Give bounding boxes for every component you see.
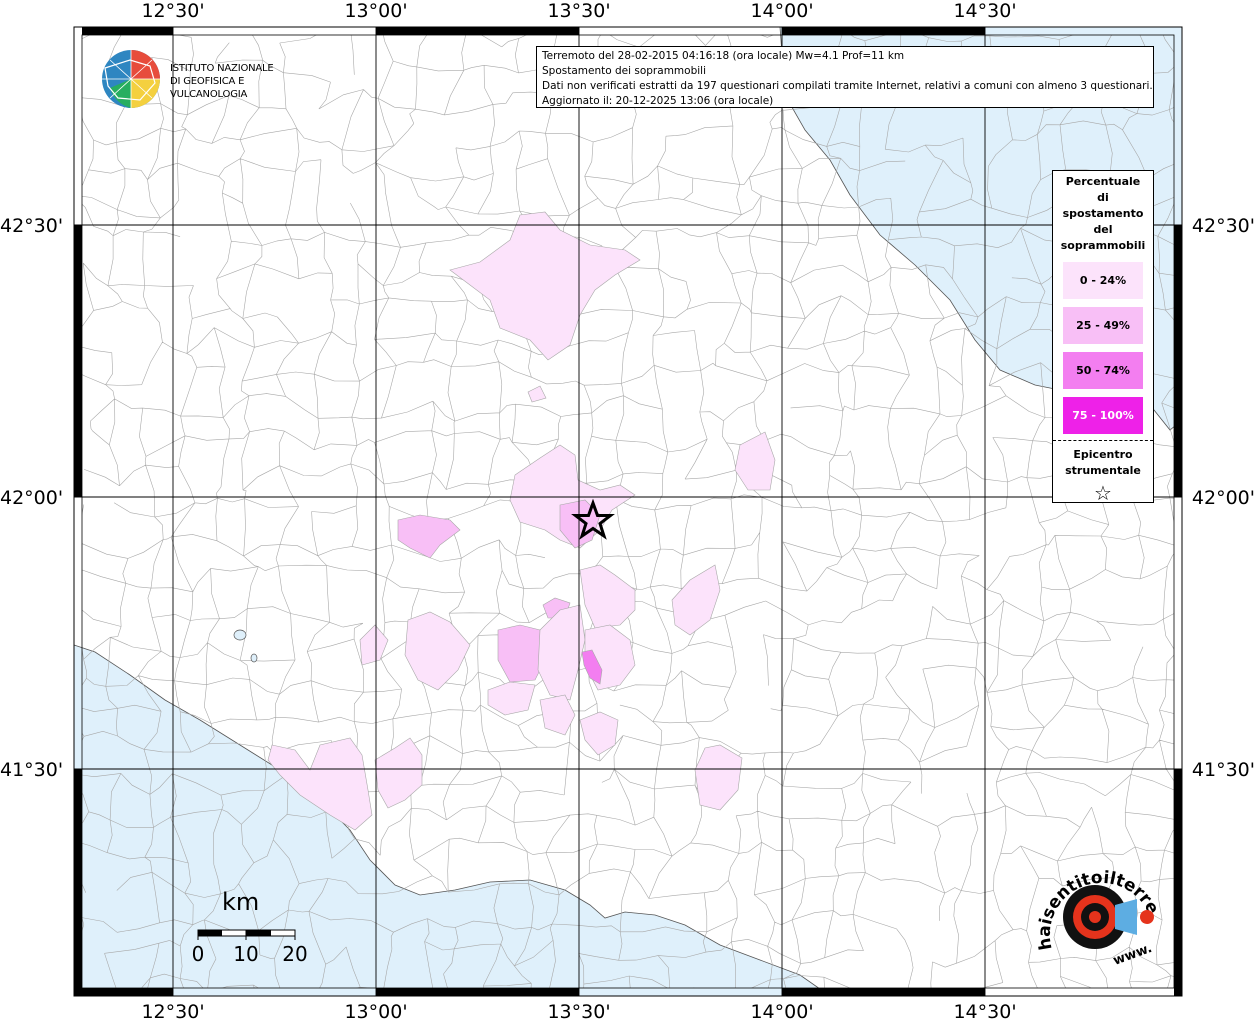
legend-item-75-100: 75 - 100% bbox=[1063, 397, 1143, 434]
lat-tick-left-2: 42°00' bbox=[0, 487, 64, 509]
scale-tick-0: 0 bbox=[191, 942, 205, 966]
scale-unit: km bbox=[222, 888, 260, 916]
scale-bar: km 0 10 20 bbox=[192, 888, 312, 968]
legend-title-line: soprammobili bbox=[1060, 239, 1146, 252]
lat-tick-right-2: 42°00' bbox=[1191, 487, 1255, 509]
haisentito-logo: haisentitoilterremoto.it www. bbox=[1026, 842, 1170, 975]
scale-bar-graphic bbox=[197, 929, 296, 940]
legend-title-line: Percentuale bbox=[1065, 175, 1141, 188]
lon-tick-bottom-3: 13°30' bbox=[547, 1001, 611, 1023]
lat-tick-left-3: 41°30' bbox=[0, 759, 64, 781]
map-subject: Spostamento dei soprammobili bbox=[542, 65, 706, 77]
ingv-name-line1: ISTITUTO NAZIONALE bbox=[170, 63, 274, 74]
legend-divider bbox=[1053, 440, 1153, 441]
lon-tick-top-5: 14°30' bbox=[953, 0, 1017, 22]
legend: Percentuale di spostamento del soprammob… bbox=[1052, 170, 1154, 505]
lake-bracciano-icon bbox=[233, 629, 247, 641]
scale-tick-20: 20 bbox=[282, 942, 308, 966]
legend-item-50-74: 50 - 74% bbox=[1063, 352, 1143, 389]
update-time: Aggiornato il: 20-12-2025 13:06 (ora loc… bbox=[542, 95, 774, 107]
lon-tick-top-4: 14°00' bbox=[750, 0, 814, 22]
comune-j bbox=[497, 624, 546, 683]
ingv-logo: ISTITUTO NAZIONALE DI GEOFISICA E VULCAN… bbox=[100, 48, 320, 112]
legend-item-25-49: 25 - 49% bbox=[1063, 307, 1143, 344]
scale-tick-10: 10 bbox=[233, 942, 259, 966]
legend-star-icon: ☆ bbox=[1094, 481, 1112, 505]
lon-tick-bottom-2: 13°00' bbox=[344, 1001, 408, 1023]
lat-tick-right-1: 42°30' bbox=[1191, 215, 1255, 237]
legend-epicenter-line: Epicentro bbox=[1073, 448, 1133, 461]
legend-epicenter-label: Epicentro strumentale bbox=[1053, 447, 1153, 479]
lat-tick-left-1: 42°30' bbox=[0, 215, 64, 237]
legend-title-line: spostamento bbox=[1062, 207, 1144, 220]
ingv-globe-icon bbox=[102, 50, 160, 108]
lon-tick-top-2: 13°00' bbox=[344, 0, 408, 22]
lon-tick-top-3: 13°30' bbox=[547, 0, 611, 22]
ingv-name-line2: DI GEOFISICA E VULCANOLOGIA bbox=[170, 76, 248, 100]
legend-title: Percentuale di spostamento del soprammob… bbox=[1053, 174, 1153, 254]
event-title: Terremoto del 28-02-2015 04:16:18 (ora l… bbox=[542, 50, 905, 62]
legend-item-0-24: 0 - 24% bbox=[1063, 262, 1143, 299]
haisentito-target-icon: haisentitoilterremoto.it www. bbox=[1026, 842, 1163, 969]
legend-title-line: di bbox=[1097, 191, 1109, 204]
legend-epicenter-line: strumentale bbox=[1065, 464, 1141, 477]
data-note: Dati non verificati estratti da 197 ques… bbox=[542, 80, 1153, 92]
haisentito-www: www. bbox=[1111, 941, 1154, 969]
event-info-box: Terremoto del 28-02-2015 04:16:18 (ora l… bbox=[536, 46, 1154, 108]
lon-tick-top-1: 12°30' bbox=[141, 0, 205, 22]
lon-tick-bottom-5: 14°30' bbox=[953, 1001, 1017, 1023]
lat-tick-right-3: 41°30' bbox=[1191, 759, 1255, 781]
lon-tick-bottom-1: 12°30' bbox=[141, 1001, 205, 1023]
lon-tick-bottom-4: 14°00' bbox=[750, 1001, 814, 1023]
lake-small-icon bbox=[250, 653, 258, 663]
legend-title-line: del bbox=[1093, 223, 1113, 236]
